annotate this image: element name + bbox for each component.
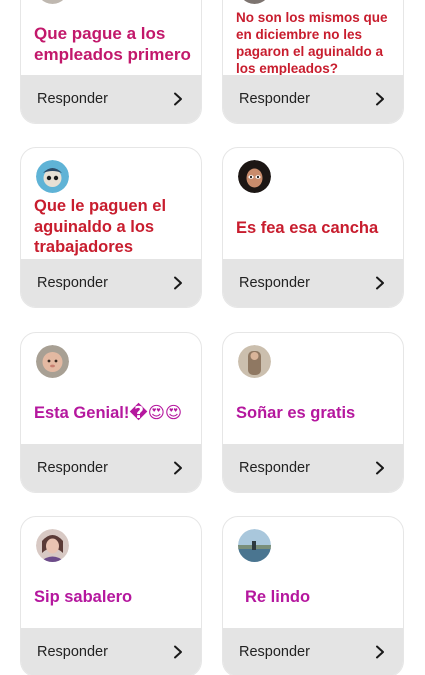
chevron-right-icon	[174, 92, 182, 106]
chevron-right-icon	[376, 461, 384, 475]
message-card: Que pague a los empleados primero Respon…	[20, 0, 202, 124]
reply-label: Responder	[37, 91, 108, 107]
reply-button[interactable]: Responder	[223, 628, 403, 675]
reply-label: Responder	[239, 275, 310, 291]
avatar	[36, 0, 69, 4]
chevron-right-icon	[174, 461, 182, 475]
reply-label: Responder	[37, 460, 108, 476]
avatar	[238, 0, 271, 4]
chevron-right-icon	[376, 276, 384, 290]
reply-button[interactable]: Responder	[223, 444, 403, 492]
message-card: No son los mismos que en diciembre no le…	[222, 0, 404, 124]
reply-button[interactable]: Responder	[21, 75, 201, 123]
avatar	[238, 160, 271, 193]
reply-button[interactable]: Responder	[21, 628, 201, 675]
reply-button[interactable]: Responder	[21, 444, 201, 492]
chevron-right-icon	[376, 645, 384, 659]
message-card: Es fea esa cancha Responder	[222, 147, 404, 308]
avatar	[238, 529, 271, 562]
message-card: Esta Genial!�😍😍 Responder	[20, 332, 202, 493]
reply-button[interactable]: Responder	[223, 259, 403, 307]
avatar	[36, 345, 69, 378]
avatar	[238, 345, 271, 378]
message-grid: Que pague a los empleados primero Respon…	[0, 0, 425, 675]
avatar	[36, 529, 69, 562]
message-text: Sip sabalero	[34, 588, 133, 606]
reply-label: Responder	[239, 644, 310, 660]
message-card: Soñar es gratis Responder	[222, 332, 404, 493]
reply-button[interactable]: Responder	[223, 75, 403, 123]
message-text: No son los mismos que en diciembre no le…	[236, 10, 388, 76]
message-card: Re lindo Responder	[222, 516, 404, 675]
message-card: Sip sabalero Responder	[20, 516, 202, 675]
message-card: Que le paguen el aguinaldo a los trabaja…	[20, 147, 202, 308]
chevron-right-icon	[174, 645, 182, 659]
chevron-right-icon	[174, 276, 182, 290]
message-text: Que le paguen el aguinaldo a los trabaja…	[34, 197, 167, 256]
message-text: Esta Genial!�😍😍	[34, 404, 183, 422]
reply-label: Responder	[37, 275, 108, 291]
message-text: Es fea esa cancha	[236, 219, 379, 237]
message-text: Que pague a los empleados primero	[34, 24, 191, 64]
reply-label: Responder	[239, 91, 310, 107]
reply-label: Responder	[37, 644, 108, 660]
reply-button[interactable]: Responder	[21, 259, 201, 307]
avatar	[36, 160, 69, 193]
chevron-right-icon	[376, 92, 384, 106]
message-text: Re lindo	[245, 588, 311, 606]
reply-label: Responder	[239, 460, 310, 476]
message-text: Soñar es gratis	[236, 404, 356, 422]
